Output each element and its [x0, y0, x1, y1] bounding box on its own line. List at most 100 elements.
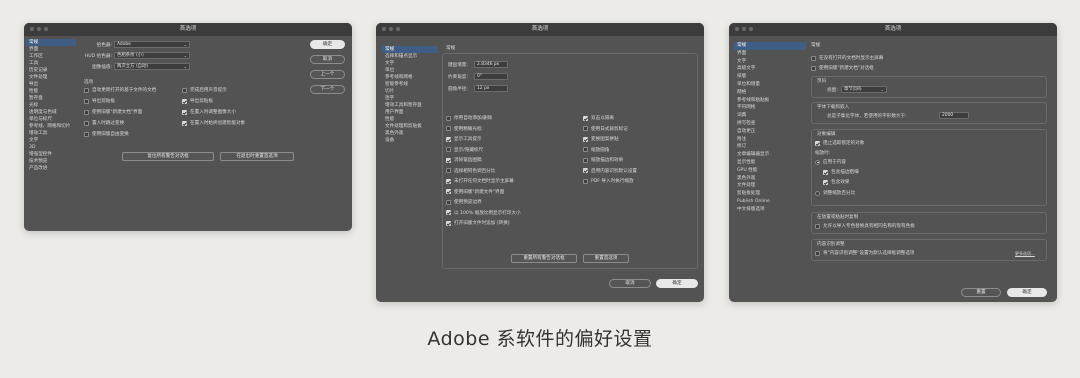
checkbox[interactable]: [84, 98, 89, 104]
sidebar-item[interactable]: 历史记录: [26, 67, 76, 74]
checkbox[interactable]: [811, 65, 816, 71]
field-select[interactable]: 色相条纹 (小) ⌄: [114, 52, 190, 59]
sidebar-item[interactable]: 自动更正: [734, 128, 806, 136]
sidebar-item[interactable]: 界面: [734, 50, 806, 58]
sidebar-item[interactable]: 切片: [382, 88, 438, 95]
sidebar-item[interactable]: 增效工具: [26, 130, 76, 137]
radio-button[interactable]: [815, 159, 820, 165]
sidebar-item[interactable]: 选择和锚点显示: [382, 53, 438, 60]
checkbox-row[interactable]: 在置入时始终创建智能对象: [182, 120, 245, 126]
checkbox-row[interactable]: 选择相同色调百分比: [446, 168, 495, 174]
sidebar-item[interactable]: 网格: [734, 89, 806, 97]
sidebar-item[interactable]: 导出: [26, 81, 76, 88]
window-controls[interactable]: [735, 27, 753, 31]
checkbox-row[interactable]: 在没有打开的文档时显示主屏幕: [811, 55, 883, 61]
sidebar-item[interactable]: 高级文字: [734, 65, 806, 73]
sidebar-item[interactable]: 用户界面: [382, 109, 438, 116]
sidebar-item[interactable]: 暂存盘: [26, 95, 76, 102]
checkbox[interactable]: [583, 178, 588, 184]
checkbox-row[interactable]: 将"内容识别调整"设置为默认选择框调整选项: [815, 250, 915, 256]
checkbox-row[interactable]: 使用日式裁剪标记: [583, 126, 628, 132]
sidebar-item[interactable]: 透明度与色域: [26, 109, 76, 116]
checkbox[interactable]: [182, 98, 187, 104]
checkbox[interactable]: [446, 220, 451, 226]
checkbox-row[interactable]: 使用旧版自由变换: [84, 131, 129, 137]
sidebar-item[interactable]: 常规: [734, 42, 806, 50]
sidebar-item[interactable]: 常规: [26, 39, 76, 46]
checkbox-row[interactable]: 以 100% 缩放比例显示打印大小: [446, 210, 521, 216]
field-input[interactable]: 0°: [474, 73, 508, 80]
sidebar-item[interactable]: 单位和增量: [734, 81, 806, 89]
radio-button[interactable]: [815, 190, 820, 196]
checkbox[interactable]: [446, 157, 451, 163]
checkbox[interactable]: [815, 140, 820, 146]
sidebar-item[interactable]: 单位与标尺: [26, 116, 76, 123]
sidebar-item[interactable]: Publish Online: [734, 198, 806, 206]
ok-button[interactable]: 确定: [1007, 288, 1047, 297]
checkbox-row[interactable]: 在置入时调整图像大小: [182, 109, 236, 115]
checkbox[interactable]: [815, 250, 820, 256]
sidebar-item[interactable]: 显示性能: [734, 159, 806, 167]
checkbox-row[interactable]: 阻止选取锁定的对象: [815, 140, 864, 146]
sidebar-item[interactable]: 词典: [734, 112, 806, 120]
checkbox[interactable]: [583, 126, 588, 131]
sidebar-item[interactable]: 中文排版选项: [734, 206, 806, 214]
sidebar-item[interactable]: 增效工具和暂存盘: [382, 102, 438, 109]
checkbox-row[interactable]: 消除锯齿图稿: [446, 157, 482, 163]
more-options-link[interactable]: 更多选项...: [1015, 251, 1035, 257]
reset-warnings-button[interactable]: 重置所有警告对话框: [511, 254, 577, 263]
sidebar-item[interactable]: 智能参考线: [382, 81, 438, 88]
sidebar-item[interactable]: GPU 性能: [734, 167, 806, 175]
sidebar-item[interactable]: 产品改进: [26, 165, 76, 172]
sidebar-item[interactable]: 文字: [734, 58, 806, 66]
reset-prefs-button[interactable]: 在退出时重置首选项: [220, 152, 294, 161]
sidebar-item[interactable]: 单位: [382, 67, 438, 74]
checkbox[interactable]: [583, 136, 588, 142]
checkbox-row[interactable]: PDF 导入时执行缩放: [583, 178, 634, 184]
checkbox[interactable]: [446, 115, 451, 121]
checkbox[interactable]: [815, 223, 820, 229]
sidebar-item[interactable]: 剪贴板处理: [734, 190, 806, 198]
sidebar-item[interactable]: 3D: [26, 144, 76, 151]
sidebar-item[interactable]: 附注: [734, 136, 806, 144]
prev-button[interactable]: 上一个: [310, 70, 345, 79]
sidebar-item[interactable]: 技术预览: [26, 158, 76, 165]
font-threshold-input[interactable]: 2000: [939, 112, 969, 119]
sidebar-item[interactable]: 设备: [382, 137, 438, 144]
sidebar-item[interactable]: 拼写检查: [734, 120, 806, 128]
sidebar-item[interactable]: 参考线和粘贴板: [734, 97, 806, 105]
checkbox-row[interactable]: 变换图案拼贴: [583, 136, 619, 142]
checkbox-row[interactable]: 使用旧版"新建文件"界面: [446, 189, 504, 195]
sidebar-item[interactable]: 黑色外观: [734, 175, 806, 183]
field-input[interactable]: 2.8346 px: [474, 61, 508, 68]
checkbox-row[interactable]: 缩放描边和效果: [583, 157, 623, 163]
sidebar-item[interactable]: 修订: [734, 143, 806, 151]
sidebar-item[interactable]: 文章编辑器显示: [734, 151, 806, 159]
checkbox[interactable]: [583, 147, 588, 152]
checkbox-row[interactable]: 自动更新打开的基于文件的文档: [84, 87, 156, 93]
checkbox-row[interactable]: 置入时跳过变换: [84, 120, 124, 126]
sidebar-item[interactable]: 文件处理和剪贴板: [382, 123, 438, 130]
reset-warnings-button[interactable]: 复位所有警告对话框: [122, 152, 214, 161]
checkbox-row[interactable]: 打开旧版文件时追加 [转换]: [446, 220, 510, 226]
checkbox-row[interactable]: 停用自动添加/删除: [446, 115, 492, 121]
sidebar-item[interactable]: 连字: [382, 95, 438, 102]
window-controls[interactable]: [382, 27, 400, 31]
checkbox[interactable]: [583, 157, 588, 163]
field-select[interactable]: 两次立方 (自动) ⌄: [114, 63, 190, 70]
reset-button[interactable]: 重置: [961, 288, 1001, 297]
checkbox-row[interactable]: 导出剪贴板: [182, 98, 213, 104]
checkbox[interactable]: [446, 126, 451, 131]
sidebar-item[interactable]: 界面: [26, 46, 76, 53]
checkbox-row[interactable]: 完成后用声音提示: [182, 87, 227, 93]
sidebar-item[interactable]: 字符网格: [734, 104, 806, 112]
checkbox[interactable]: [446, 199, 451, 205]
checkbox[interactable]: [823, 169, 828, 175]
checkbox-row[interactable]: 使用旧版"新建文档"界面: [84, 109, 142, 115]
sidebar-item[interactable]: 文字: [382, 60, 438, 67]
checkbox-row[interactable]: 调整缩放百分比: [815, 190, 855, 196]
checkbox-row[interactable]: 允许以导入专色替换具有相同名称的现有色板: [815, 223, 915, 229]
sidebar-item[interactable]: 参考线和网格: [382, 74, 438, 81]
sidebar-item[interactable]: 排版: [734, 73, 806, 81]
field-select[interactable]: Adobe ⌄: [114, 41, 190, 48]
